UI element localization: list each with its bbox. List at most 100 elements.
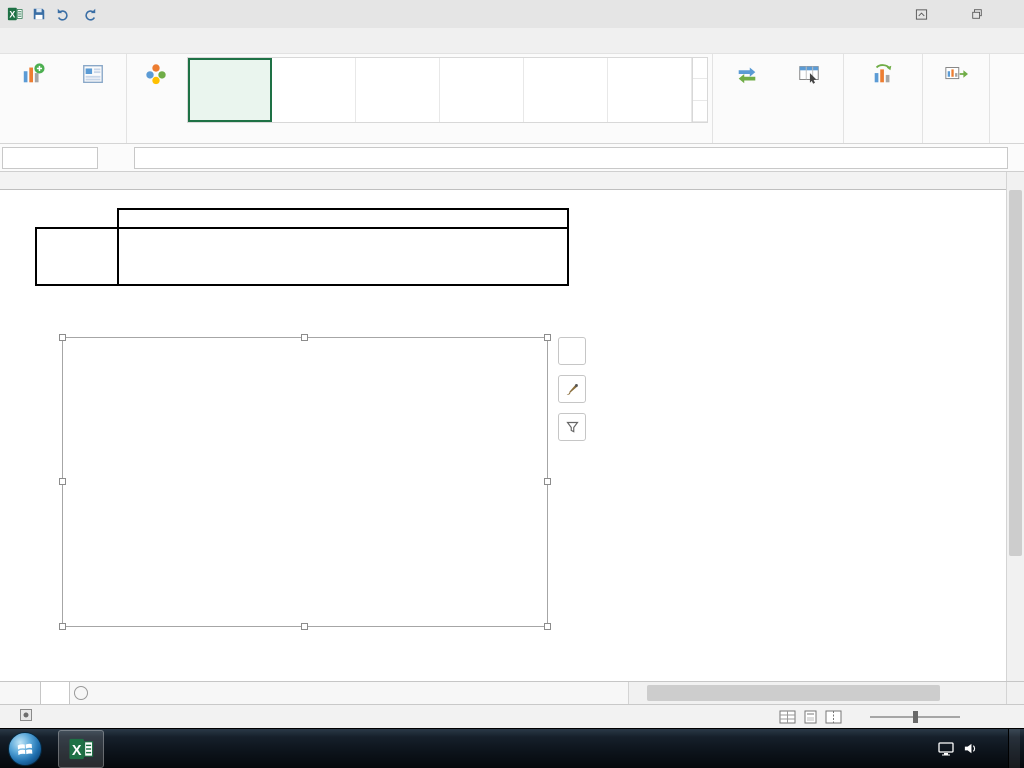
brush-icon (566, 384, 578, 395)
close-button[interactable] (992, 4, 1018, 24)
ribbon-group-type (844, 54, 923, 143)
chart-styles-button[interactable] (558, 375, 586, 403)
switch-row-column-button[interactable] (717, 57, 777, 123)
macro-record-icon[interactable] (20, 709, 32, 724)
chart-resize-handle[interactable] (59, 478, 66, 485)
ribbon-group-location (923, 54, 990, 143)
system-tray (929, 728, 1024, 768)
funnel-icon (565, 421, 579, 433)
scroll-down-icon[interactable] (1007, 665, 1024, 681)
chart-resize-handle[interactable] (301, 334, 308, 341)
new-sheet-button[interactable] (70, 682, 92, 704)
values-range-outline (117, 227, 569, 286)
sheet-tab-bar (0, 681, 1024, 704)
formula-input[interactable] (134, 146, 1008, 169)
volume-tray-icon[interactable] (963, 741, 978, 756)
save-icon[interactable] (30, 5, 48, 23)
help-button[interactable] (880, 4, 906, 24)
ribbon-group-chart-styles (127, 54, 713, 143)
worksheet-area (0, 172, 1024, 704)
scrollbar-corner (1006, 682, 1024, 704)
add-chart-element-icon (21, 60, 45, 88)
normal-view-icon[interactable] (779, 710, 796, 724)
show-desktop-button[interactable] (1008, 728, 1020, 768)
quick-layout-icon (81, 60, 105, 88)
collapse-ribbon-icon[interactable] (998, 126, 1016, 140)
chart-side-buttons (558, 337, 586, 441)
chart-resize-handle[interactable] (301, 623, 308, 630)
svg-text:X: X (9, 10, 15, 20)
chart-resize-handle[interactable] (544, 478, 551, 485)
chart-resize-handle[interactable] (544, 334, 551, 341)
chart-canvas (63, 338, 547, 626)
chart-style-thumbnail-1[interactable] (188, 58, 272, 122)
column-headers (0, 172, 1006, 190)
quick-access-toolbar: X (6, 5, 102, 23)
chart-style-thumbnail-2[interactable] (272, 58, 356, 122)
chart-resize-handle[interactable] (544, 623, 551, 630)
vertical-scrollbar[interactable] (1006, 172, 1024, 681)
select-data-icon (797, 60, 821, 88)
taskbar-excel-button[interactable]: X (58, 729, 104, 768)
undo-icon[interactable] (54, 5, 72, 23)
plus-icon (74, 686, 88, 700)
move-chart-button[interactable] (927, 57, 985, 123)
start-button[interactable] (8, 731, 42, 766)
vertical-scroll-thumb[interactable] (1009, 190, 1022, 557)
horizontal-scroll-thumb[interactable] (647, 685, 941, 701)
change-chart-type-button[interactable] (848, 57, 918, 123)
chart-elements-button[interactable] (558, 337, 586, 365)
category-range-outline (117, 208, 569, 229)
name-box[interactable] (2, 146, 98, 169)
chart-resize-handle[interactable] (59, 623, 66, 630)
status-bar (0, 704, 1024, 728)
zoom-slider[interactable] (870, 710, 960, 723)
redo-icon[interactable] (81, 5, 99, 23)
display-tray-icon[interactable] (938, 741, 954, 757)
chart-style-gallery (187, 57, 708, 123)
zoom-slider-thumb[interactable] (913, 710, 918, 723)
page-layout-view-icon[interactable] (802, 710, 819, 724)
embedded-chart[interactable] (59, 334, 551, 630)
chart-style-thumbnail-3[interactable] (356, 58, 440, 122)
change-colors-icon (144, 60, 168, 88)
ribbon-tab-strip (0, 28, 1024, 54)
move-chart-icon (944, 60, 968, 88)
gallery-scroll-down-icon[interactable] (693, 79, 707, 101)
chart-style-thumbnail-4[interactable] (440, 58, 524, 122)
table-title-cell[interactable] (118, 190, 493, 209)
excel-window: X X (0, 0, 1024, 768)
add-chart-element-button[interactable] (4, 57, 62, 123)
ribbon-display-options-button[interactable] (908, 4, 934, 24)
scroll-up-icon[interactable] (1007, 172, 1024, 188)
gallery-more-icon[interactable] (693, 101, 707, 122)
windows-flag-icon (17, 743, 33, 755)
horizontal-scrollbar[interactable] (628, 682, 1006, 704)
svg-text:X: X (72, 742, 82, 758)
ribbon (0, 54, 1024, 144)
minimize-button[interactable] (936, 4, 962, 24)
select-data-button[interactable] (779, 57, 839, 123)
sheet-tab-sheet1[interactable] (40, 682, 70, 704)
restore-button[interactable] (964, 4, 990, 24)
change-colors-button[interactable] (131, 57, 181, 123)
title-bar: X (0, 0, 1024, 28)
ribbon-group-chart-layouts (0, 54, 127, 143)
chart-style-thumbnail-5[interactable] (524, 58, 608, 122)
series-name-range-outline (35, 227, 119, 286)
page-break-view-icon[interactable] (825, 710, 842, 724)
cells-area (0, 190, 1006, 681)
gallery-scroll-up-icon[interactable] (693, 58, 707, 80)
chart-style-thumbnail-6[interactable] (608, 58, 692, 122)
sheet-nav-left-icon[interactable] (0, 682, 20, 704)
excel-app-icon[interactable]: X (6, 5, 24, 23)
excel-taskbar-icon: X (69, 738, 94, 759)
sheet-nav-right-icon[interactable] (20, 682, 40, 704)
chart-resize-handle[interactable] (59, 334, 66, 341)
zoom-control (864, 710, 966, 723)
switch-row-column-icon (735, 60, 759, 88)
quick-layout-button[interactable] (64, 57, 122, 123)
ribbon-group-data (713, 54, 844, 143)
formula-bar (0, 144, 1024, 172)
chart-filters-button[interactable] (558, 413, 586, 441)
